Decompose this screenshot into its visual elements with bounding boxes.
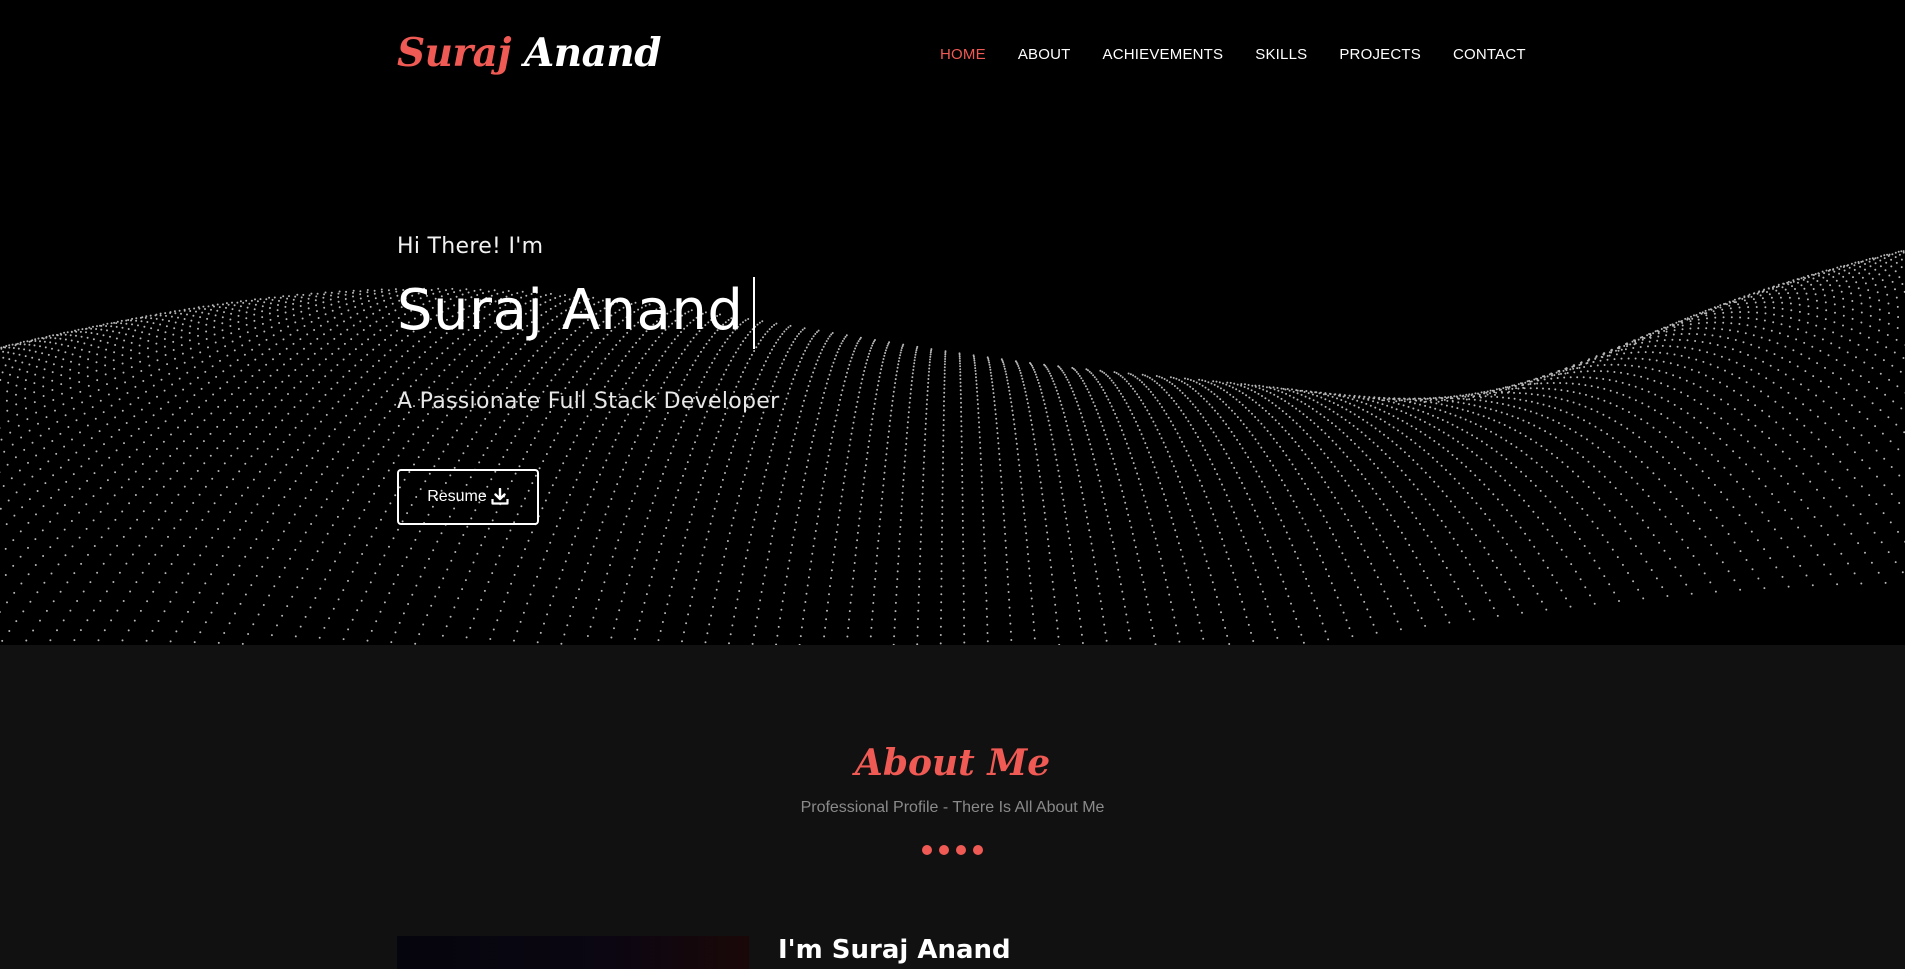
particle-dots: [0, 250, 1905, 645]
hero-greeting: Hi There! I'm: [397, 234, 544, 259]
navbar: Suraj Anand HOME ABOUT ACHIEVEMENTS SKIL…: [0, 0, 1905, 108]
nav-about[interactable]: ABOUT: [1018, 46, 1071, 63]
nav-skills[interactable]: SKILLS: [1255, 46, 1307, 63]
nav-projects[interactable]: PROJECTS: [1339, 46, 1421, 63]
download-icon: [491, 488, 509, 506]
hero-tagline: A Passionate Full Stack Developer: [397, 389, 780, 414]
hero-intro: Hi There! I'm Suraj Anand A Passionate F…: [397, 234, 780, 525]
resume-button[interactable]: Resume: [397, 469, 539, 525]
divider-dot: [939, 845, 949, 855]
brand-logo[interactable]: Suraj Anand: [397, 30, 662, 76]
divider-dot: [973, 845, 983, 855]
hero-name-row: Suraj Anand: [397, 277, 779, 351]
section-divider-dots: [922, 845, 983, 855]
profile-photo: [397, 936, 749, 969]
hero-name: Suraj Anand: [397, 278, 744, 343]
nav-contact[interactable]: CONTACT: [1453, 46, 1526, 63]
divider-dot: [956, 845, 966, 855]
about-subtitle: Professional Profile - There Is All Abou…: [800, 799, 1105, 816]
divider-dot: [922, 845, 932, 855]
main-nav: HOME ABOUT ACHIEVEMENTS SKILLS PROJECTS …: [940, 46, 1558, 63]
nav-achievements[interactable]: ACHIEVEMENTS: [1103, 46, 1224, 63]
typing-cursor: [753, 277, 756, 349]
about-section: About Me Professional Profile - There Is…: [0, 645, 1905, 969]
brand-first-name: Suraj: [397, 30, 511, 76]
about-title: About Me: [854, 742, 1051, 784]
nav-home[interactable]: HOME: [940, 46, 986, 63]
about-heading: I'm Suraj Anand: [778, 935, 1011, 965]
brand-last-name: Anand: [524, 30, 662, 76]
resume-button-label: Resume: [427, 488, 487, 505]
